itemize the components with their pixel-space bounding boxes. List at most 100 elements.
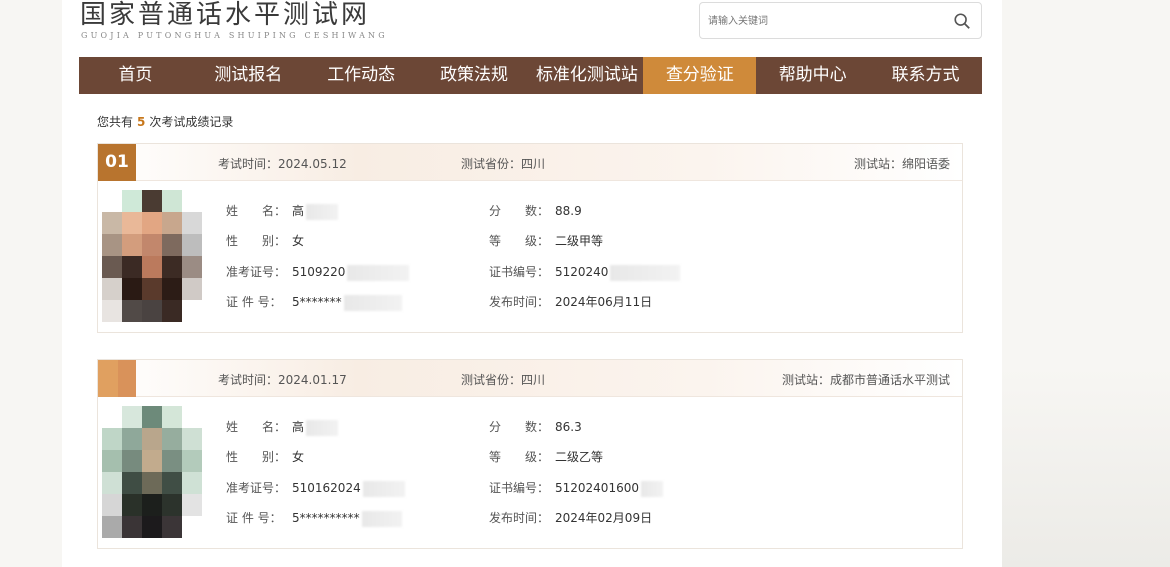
cert-value: 5120240	[555, 265, 609, 279]
cert-value: 51202401600	[555, 481, 639, 495]
redaction	[306, 419, 339, 436]
score-value: 88.9	[555, 204, 582, 218]
level-label: 等 级：	[489, 450, 550, 464]
name-label: 姓 名：	[226, 204, 287, 218]
field-ticket: 准考证号： 5109220	[226, 263, 410, 281]
nav-item-stations[interactable]: 标准化测试站	[531, 57, 644, 94]
level-value: 二级乙等	[555, 450, 604, 464]
field-score: 分 数： 86.3	[489, 418, 582, 435]
redaction	[347, 264, 410, 281]
exam-time: 考试时间：2024.05.12	[218, 155, 347, 172]
score-value: 86.3	[555, 420, 582, 434]
record-summary: 您共有 5 次考试成绩记录	[97, 113, 233, 130]
redaction	[343, 294, 402, 311]
redaction	[306, 203, 339, 220]
redaction	[640, 480, 663, 497]
nav-item-score-check[interactable]: 查分验证	[643, 57, 757, 94]
redaction	[361, 510, 402, 527]
search-input[interactable]	[708, 11, 938, 31]
ticket-label: 准考证号：	[226, 265, 287, 279]
score-label: 分 数：	[489, 204, 550, 218]
exam-time-label: 考试时间：	[218, 157, 279, 171]
field-name: 姓 名： 高	[226, 418, 339, 436]
background-decoration	[1002, 367, 1170, 567]
ticket-label: 准考证号：	[226, 481, 287, 495]
station-value: 成都市普通话水平测试	[829, 373, 950, 387]
test-station: 测试站：成都市普通话水平测试	[782, 371, 950, 388]
level-label: 等 级：	[489, 234, 550, 248]
record-number-badge: 02	[98, 360, 136, 397]
search-icon[interactable]	[953, 12, 971, 30]
id-label: 证 件 号：	[226, 295, 282, 309]
field-id: 证 件 号： 5*******	[226, 293, 402, 311]
publish-value: 2024年02月09日	[555, 511, 653, 525]
field-publish: 发布时间： 2024年06月11日	[489, 293, 652, 310]
field-cert: 证书编号： 5120240	[489, 263, 681, 281]
nav-item-policy[interactable]: 政策法规	[418, 57, 531, 94]
field-ticket: 准考证号： 510162024	[226, 479, 405, 497]
publish-label: 发布时间：	[489, 511, 550, 525]
name-label: 姓 名：	[226, 420, 287, 434]
exam-time-value: 2024.05.12	[278, 157, 347, 171]
score-record-card: 02 考试时间：2024.01.17 测试省份：四川 测试站：成都市普通话水平测…	[97, 359, 963, 549]
nav-item-registration[interactable]: 测试报名	[192, 57, 305, 94]
score-record-card: 01 考试时间：2024.05.12 测试省份：四川 测试站：绵阳语委 姓 名：…	[97, 143, 963, 333]
summary-prefix: 您共有	[97, 115, 134, 129]
name-value: 高	[292, 420, 305, 434]
redaction	[610, 264, 681, 281]
name-value: 高	[292, 204, 305, 218]
field-cert: 证书编号： 51202401600	[489, 479, 663, 497]
cert-label: 证书编号：	[489, 481, 550, 495]
site-logo-subtitle: GUOJIA PUTONGHUA SHUIPING CESHIWANG	[81, 31, 388, 40]
station-label: 测试站：	[781, 373, 830, 387]
nav-item-home[interactable]: 首页	[79, 57, 192, 94]
redaction	[362, 480, 405, 497]
publish-label: 发布时间：	[489, 295, 550, 309]
station-label: 测试站：	[853, 157, 902, 171]
test-province: 测试省份：四川	[461, 155, 545, 172]
record-number-badge: 01	[98, 144, 136, 181]
publish-value: 2024年06月11日	[555, 295, 653, 309]
id-value: 5*******	[292, 295, 342, 309]
score-label: 分 数：	[489, 420, 550, 434]
field-score: 分 数： 88.9	[489, 202, 582, 219]
field-level: 等 级： 二级乙等	[489, 448, 603, 465]
ticket-value: 510162024	[292, 481, 361, 495]
station-value: 绵阳语委	[901, 157, 950, 171]
gender-label: 性 别：	[226, 234, 287, 248]
main-nav: 首页 测试报名 工作动态 政策法规 标准化测试站 查分验证 帮助中心 联系方式	[79, 57, 982, 94]
field-gender: 性 别： 女	[226, 448, 304, 465]
field-name: 姓 名： 高	[226, 202, 339, 220]
summary-suffix: 次考试成绩记录	[149, 115, 234, 129]
level-value: 二级甲等	[555, 234, 604, 248]
record-header: 02 考试时间：2024.01.17 测试省份：四川 测试站：成都市普通话水平测…	[98, 360, 962, 397]
province-label: 测试省份：	[461, 157, 522, 171]
field-publish: 发布时间： 2024年02月09日	[489, 509, 652, 526]
nav-item-contact[interactable]: 联系方式	[869, 57, 982, 94]
candidate-photo	[102, 406, 202, 538]
gender-label: 性 别：	[226, 450, 287, 464]
province-value: 四川	[521, 373, 546, 387]
ticket-value: 5109220	[292, 265, 346, 279]
province-value: 四川	[521, 157, 546, 171]
candidate-photo	[102, 190, 202, 322]
exam-time: 考试时间：2024.01.17	[218, 371, 347, 388]
site-logo-title[interactable]: 国家普通话水平测试网	[80, 0, 370, 30]
test-station: 测试站：绵阳语委	[854, 155, 950, 172]
record-header: 01 考试时间：2024.05.12 测试省份：四川 测试站：绵阳语委	[98, 144, 962, 181]
test-province: 测试省份：四川	[461, 371, 545, 388]
field-gender: 性 别： 女	[226, 232, 304, 249]
search-box	[699, 2, 982, 39]
nav-item-help[interactable]: 帮助中心	[756, 57, 869, 94]
gender-value: 女	[292, 234, 305, 248]
cert-label: 证书编号：	[489, 265, 550, 279]
exam-time-label: 考试时间：	[218, 373, 279, 387]
exam-time-value: 2024.01.17	[278, 373, 347, 387]
id-label: 证 件 号：	[226, 511, 282, 525]
id-value: 5**********	[292, 511, 360, 525]
province-label: 测试省份：	[461, 373, 522, 387]
gender-value: 女	[292, 450, 305, 464]
field-id: 证 件 号： 5**********	[226, 509, 402, 527]
field-level: 等 级： 二级甲等	[489, 232, 603, 249]
nav-item-news[interactable]: 工作动态	[305, 57, 418, 94]
